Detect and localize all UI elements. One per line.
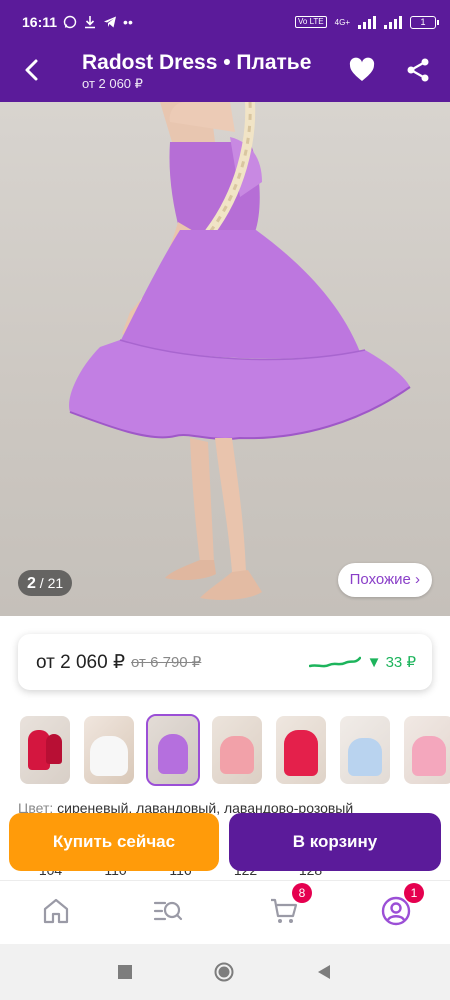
system-nav-bar xyxy=(0,944,450,1000)
telegram-icon xyxy=(104,16,117,28)
thumbnail-7[interactable] xyxy=(404,716,450,784)
more-notifications-icon: •• xyxy=(123,14,133,30)
photo-counter-current: 2 xyxy=(27,575,36,592)
photo-counter-total: / 21 xyxy=(39,575,64,591)
thumbnail-3[interactable] xyxy=(146,714,200,786)
cart-badge: 8 xyxy=(292,883,312,903)
page-subtitle-price: от 2 060 ₽ xyxy=(82,76,143,91)
network-type: 4G+ xyxy=(334,17,350,27)
volte-indicator: Vo LTE xyxy=(295,16,327,28)
thumbnail-strip xyxy=(20,714,450,786)
thumbnail-5[interactable] xyxy=(276,716,326,784)
whatsapp-icon xyxy=(63,15,77,29)
current-price: от 2 060 ₽ xyxy=(36,651,126,673)
old-price: от 6 790 ₽ xyxy=(131,654,202,671)
product-screen: 16:11 •• Vo LTE 4G+ 1 Radost Dress • Пла… xyxy=(0,0,450,1000)
share-icon[interactable] xyxy=(404,56,432,84)
signal-icon xyxy=(358,15,376,29)
thumbnail-4[interactable] xyxy=(212,716,262,784)
home-system-icon[interactable] xyxy=(214,962,234,982)
cart-nav-item[interactable]: 8 xyxy=(268,883,312,927)
recent-apps-icon[interactable] xyxy=(115,962,135,982)
catalog-search-icon[interactable] xyxy=(152,895,184,927)
app-bar: Radost Dress • Платье от 2 060 ₽ xyxy=(0,44,450,102)
download-icon xyxy=(85,16,96,29)
page-title: Radost Dress • Платье xyxy=(82,51,312,74)
price-trend-chart-icon xyxy=(308,656,361,668)
thumbnail-6[interactable] xyxy=(340,716,390,784)
profile-nav-item[interactable]: 1 xyxy=(380,883,424,927)
back-system-icon[interactable] xyxy=(315,962,335,982)
status-bar: 16:11 •• Vo LTE 4G+ 1 xyxy=(0,0,450,44)
battery-icon: 1 xyxy=(410,15,439,29)
status-time: 16:11 xyxy=(22,14,58,30)
thumbnail-1[interactable] xyxy=(20,716,70,784)
thumbnail-2[interactable] xyxy=(84,716,134,784)
bottom-nav: 8 1 xyxy=(0,880,450,944)
back-arrow-icon[interactable] xyxy=(18,56,46,84)
home-icon[interactable] xyxy=(40,895,72,927)
add-to-cart-button[interactable]: В корзину xyxy=(229,813,441,871)
price-drop: ▼ 33 ₽ xyxy=(366,654,416,671)
heart-icon[interactable] xyxy=(348,56,376,84)
profile-badge: 1 xyxy=(404,883,424,903)
signal-icon-2 xyxy=(384,15,402,29)
price-card[interactable]: от 2 060 ₽ от 6 790 ₽ ▼ 33 ₽ xyxy=(18,634,432,690)
similar-products-button[interactable]: Похожие › xyxy=(337,563,432,597)
buy-now-button[interactable]: Купить сейчас xyxy=(9,813,219,871)
photo-counter: 2 / 21 xyxy=(18,570,73,596)
product-photo[interactable] xyxy=(0,102,450,616)
product-photo-illustration xyxy=(69,102,411,600)
